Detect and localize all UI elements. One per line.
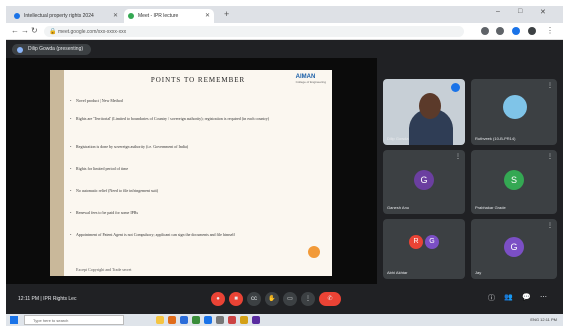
maximize-button[interactable]: □	[518, 8, 522, 15]
url-text: meet.google.com/xxx-xxxx-xxx	[58, 29, 127, 35]
college-logo: AIMAN College of Engineering	[296, 74, 326, 84]
browser-window: Intellectual property rights 2024 ✕ Meet…	[6, 6, 563, 314]
participant-tile[interactable]: R G Abhi Akhtar	[383, 219, 465, 279]
app-icon[interactable]	[180, 316, 188, 324]
more-options-icon[interactable]: ⋮	[547, 153, 553, 160]
lock-icon: 🔒	[49, 29, 57, 35]
participant-avatar: R	[409, 235, 423, 249]
slide-bullet: Appointment of Patent Agent is not Compu…	[70, 232, 302, 237]
tab-title: Meet - IPR lecture	[138, 13, 179, 19]
file-explorer-icon[interactable]	[156, 316, 164, 324]
meeting-controls-bar: 12:11 PM | IPR Rights Lec ● ■ cc ✋ ▭ ⋮ ✆…	[6, 284, 563, 314]
windows-taskbar: Type here to search ENG 12:11 PM	[6, 314, 563, 326]
participant-name: Dilip Gowda	[387, 136, 409, 141]
meeting-time-label: 12:11 PM | IPR Rights Lec	[18, 296, 77, 302]
participant-video	[419, 93, 441, 119]
participant-name: Prabhakar Grade	[475, 205, 506, 210]
present-icon	[17, 47, 23, 53]
app-icon[interactable]	[252, 316, 260, 324]
close-tab-icon[interactable]: ✕	[205, 12, 210, 19]
participant-name: Ganesh Anu	[387, 205, 410, 210]
browser-menu-icon[interactable]: ⋮	[546, 26, 554, 35]
minimize-button[interactable]: –	[496, 8, 500, 15]
participant-tile[interactable]: ⋮ Ruthveek (10-B-PR14)	[471, 79, 557, 145]
participant-avatar: G	[414, 170, 434, 190]
participant-tile[interactable]: S ⋮ Prabhakar Grade	[471, 150, 557, 214]
extension-icon[interactable]	[496, 27, 504, 35]
more-options-icon[interactable]: ⋮	[301, 292, 315, 306]
slide-bullet: Novel product | New Method	[70, 98, 316, 103]
address-bar: ← → ↻ 🔒 meet.google.com/xxx-xxxx-xxx ⋮	[6, 23, 563, 40]
meet-favicon-icon	[128, 13, 134, 19]
slide-bullet: No automatic relief (Need to file infrin…	[70, 188, 316, 193]
camera-off-icon[interactable]: ■	[229, 292, 243, 306]
slide-bullet: Registration is done by sovereign author…	[70, 144, 316, 149]
mic-off-icon[interactable]: ●	[211, 292, 225, 306]
profile-avatar[interactable]	[528, 27, 536, 35]
activities-icon[interactable]: ⋯	[540, 293, 547, 301]
extension-icon[interactable]	[481, 27, 489, 35]
url-input[interactable]: 🔒 meet.google.com/xxx-xxxx-xxx	[44, 26, 464, 37]
presenter-label: Dilip Gowda (presenting)	[28, 46, 84, 52]
participant-name: Abhi Akhtar	[387, 270, 408, 275]
captions-icon[interactable]: cc	[247, 292, 261, 306]
presentation-slide: POINTS TO REMEMBER AIMAN College of Engi…	[50, 70, 332, 276]
more-options-icon[interactable]: ⋮	[547, 82, 553, 89]
speaking-indicator-icon	[451, 83, 460, 92]
app-icon[interactable]	[168, 316, 176, 324]
chrome-icon[interactable]	[240, 316, 248, 324]
windows-start-icon[interactable]	[10, 316, 18, 324]
slide-bullet: Renewal fees to be paid for some IPRs	[70, 210, 316, 215]
raise-hand-icon[interactable]: ✋	[265, 292, 279, 306]
reload-icon[interactable]: ↻	[31, 26, 38, 35]
tab-title: Intellectual property rights 2024	[24, 13, 94, 19]
slide-title: POINTS TO REMEMBER	[150, 76, 246, 84]
meet-header: Dilip Gowda (presenting)	[6, 40, 563, 58]
slide-footer: Except Copyright and Trade secret	[76, 267, 132, 272]
presentation-stage: POINTS TO REMEMBER AIMAN College of Engi…	[6, 58, 377, 284]
slide-bullet: Rights for limited period of time	[70, 166, 316, 171]
participant-image	[503, 95, 527, 119]
participant-tile[interactable]: G ⋮ Ganesh Anu	[383, 150, 465, 214]
browser-tab-1[interactable]: Intellectual property rights 2024 ✕	[10, 9, 122, 23]
tab-bar: Intellectual property rights 2024 ✕ Meet…	[6, 6, 563, 23]
logo-subtext: College of Engineering	[295, 80, 326, 84]
browser-tab-2[interactable]: Meet - IPR lecture ✕	[124, 9, 214, 23]
chat-icon[interactable]: 💬	[522, 293, 531, 301]
participant-tile[interactable]: G ⋮ Jay	[471, 219, 557, 279]
more-options-icon[interactable]: ⋮	[455, 153, 461, 160]
system-tray[interactable]: ENG 12:11 PM	[530, 317, 557, 322]
back-icon[interactable]: ←	[11, 26, 19, 35]
people-icon[interactable]: 👥	[504, 293, 513, 301]
participant-name: Ruthveek (10-B-PR14)	[475, 136, 516, 141]
participant-avatar: S	[504, 170, 524, 190]
participant-avatar: G	[504, 237, 524, 257]
close-window-button[interactable]: ✕	[540, 8, 546, 16]
meeting-details-icon[interactable]: ⓘ	[488, 293, 495, 303]
more-options-icon[interactable]: ⋮	[547, 222, 553, 229]
participant-name: Jay	[475, 270, 482, 275]
present-screen-icon[interactable]: ▭	[283, 292, 297, 306]
close-tab-icon[interactable]: ✕	[113, 12, 118, 19]
participant-tile[interactable]: Dilip Gowda	[383, 79, 465, 145]
app-icon[interactable]	[216, 316, 224, 324]
presenting-indicator[interactable]: Dilip Gowda (presenting)	[12, 44, 92, 55]
slide-bullet: Rights are 'Territorial' (Limited to bou…	[70, 116, 316, 121]
pointer-marker	[308, 246, 320, 258]
app-icon[interactable]	[192, 316, 200, 324]
app-icon[interactable]	[228, 316, 236, 324]
forward-icon[interactable]: →	[21, 26, 29, 35]
taskbar-search-input[interactable]: Type here to search	[24, 315, 124, 325]
browser-icon[interactable]	[204, 316, 212, 324]
tab-favicon-icon	[14, 13, 20, 19]
participant-avatar: G	[425, 235, 439, 249]
extension-icon[interactable]	[512, 27, 520, 35]
new-tab-button[interactable]: +	[224, 9, 229, 19]
end-call-button[interactable]: ✆	[319, 292, 341, 306]
